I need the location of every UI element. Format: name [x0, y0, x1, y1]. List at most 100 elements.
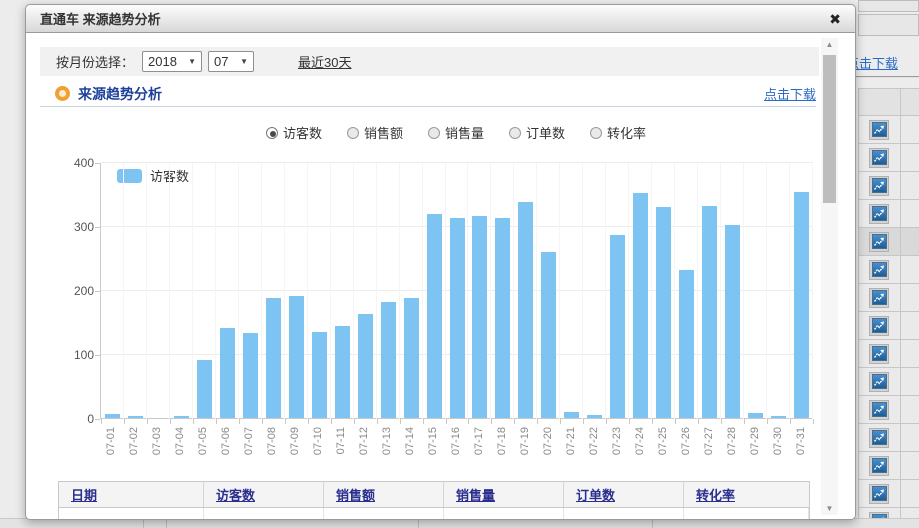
table-sort-link[interactable]: 转化率: [696, 485, 735, 504]
gridline: [605, 163, 606, 419]
dialog-body: 按月份选择： 2018 ▼ 07 ▼ 最近30天 来源趋势分析 点击下载 访客数…: [25, 33, 856, 520]
radio-icon: [590, 127, 602, 139]
x-axis-tick: [583, 419, 584, 424]
bar: [748, 413, 763, 418]
scroll-down-icon[interactable]: ▼: [821, 502, 838, 515]
gridline: [582, 163, 583, 419]
background-table-row: [858, 116, 919, 144]
x-axis-tick: [721, 419, 722, 424]
trend-chart-icon: [872, 206, 887, 221]
trend-chart-icon: [872, 262, 887, 277]
table-header-2: 访客数: [204, 482, 324, 507]
trend-chart-icon-button[interactable]: [869, 484, 889, 504]
bar: [197, 360, 212, 418]
trend-chart-icon-button[interactable]: [869, 232, 889, 252]
x-axis-tick: [698, 419, 699, 424]
x-axis-label: 07-01: [105, 427, 117, 455]
data-table-header: 日期 访客数 销售额 销售量 订单数 转化率: [59, 482, 809, 508]
bar: [105, 414, 120, 418]
data-table: 日期 访客数 销售额 销售量 订单数 转化率: [58, 481, 810, 520]
x-axis-tick: [790, 419, 791, 424]
orange-bullet-icon: [55, 86, 70, 101]
table-sort-link[interactable]: 订单数: [576, 485, 615, 504]
trend-chart-icon-button[interactable]: [869, 428, 889, 448]
trend-chart-icon-button[interactable]: [869, 372, 889, 392]
recent-30-days-link[interactable]: 最近30天: [298, 52, 351, 71]
trend-chart-icon-button[interactable]: [869, 120, 889, 140]
background-table-row: [858, 452, 919, 480]
background-panel-top: [858, 0, 919, 12]
bar: [472, 216, 487, 418]
gridline: [720, 163, 721, 419]
x-axis-tick: [285, 419, 286, 424]
gridline: [261, 163, 262, 419]
gridline: [192, 163, 193, 419]
radio-orders[interactable]: 订单数: [509, 123, 565, 142]
radio-conversion-rate[interactable]: 转化率: [590, 123, 646, 142]
radio-icon: [347, 127, 359, 139]
y-axis-tick: [95, 163, 100, 164]
x-axis-label: 07-30: [772, 427, 784, 455]
trend-chart-icon-button[interactable]: [869, 260, 889, 280]
radio-sales-amount[interactable]: 销售额: [347, 123, 403, 142]
radio-visitors[interactable]: 访客数: [266, 123, 322, 142]
x-axis-label: 07-09: [289, 427, 301, 455]
trend-chart-icon-button[interactable]: [869, 204, 889, 224]
x-axis-label: 07-28: [726, 427, 738, 455]
x-axis-label: 07-27: [703, 427, 715, 455]
x-axis-tick: [170, 419, 171, 424]
month-select[interactable]: 07 ▼: [208, 51, 254, 72]
radio-sales-volume[interactable]: 销售量: [428, 123, 484, 142]
data-table-row: [59, 508, 809, 520]
chevron-down-icon: ▼: [240, 57, 248, 66]
background-panel: [858, 14, 919, 36]
x-axis-tick: [331, 419, 332, 424]
x-axis-label: 07-24: [634, 427, 646, 455]
bar: [633, 193, 648, 418]
trend-chart-icon-button[interactable]: [869, 400, 889, 420]
table-sort-link[interactable]: 访客数: [216, 485, 255, 504]
table-header-4: 销售量: [444, 482, 564, 507]
background-table-row: [858, 340, 919, 368]
scrollbar-thumb[interactable]: [823, 55, 836, 203]
x-axis-tick: [124, 419, 125, 424]
trend-chart-icon: [872, 346, 887, 361]
vertical-scrollbar[interactable]: ▲ ▼: [821, 38, 838, 515]
trend-chart-icon: [872, 318, 887, 333]
x-axis-label: 07-08: [266, 427, 278, 455]
bar: [427, 214, 442, 418]
scroll-up-icon[interactable]: ▲: [821, 38, 838, 51]
gridline: [651, 163, 652, 419]
gridline: [467, 163, 468, 419]
close-icon[interactable]: ✖: [829, 12, 841, 26]
x-axis-tick: [514, 419, 515, 424]
table-sort-link[interactable]: 销售额: [336, 485, 375, 504]
table-sort-link[interactable]: 日期: [71, 485, 97, 504]
x-axis-tick: [400, 419, 401, 424]
gridline: [376, 163, 377, 419]
trend-chart-icon-button[interactable]: [869, 456, 889, 476]
trend-chart-icon-button[interactable]: [869, 344, 889, 364]
trend-chart-icon-button[interactable]: [869, 288, 889, 308]
gridline: [399, 163, 400, 419]
bar: [289, 296, 304, 418]
trend-chart-icon-button[interactable]: [869, 316, 889, 336]
download-link[interactable]: 点击下载: [764, 84, 816, 103]
gridline: [812, 163, 813, 419]
gridline: [422, 163, 423, 419]
table-sort-link[interactable]: 销售量: [456, 485, 495, 504]
section-title: 来源趋势分析: [78, 84, 162, 104]
gridline: [169, 163, 170, 419]
trend-analysis-dialog: 直通车 来源趋势分析 ✖ 按月份选择： 2018 ▼ 07 ▼ 最近30天 来源…: [25, 4, 856, 520]
x-axis-tick: [216, 419, 217, 424]
x-axis-tick: [423, 419, 424, 424]
bar: [358, 314, 373, 418]
gridline: [353, 163, 354, 419]
trend-chart-icon-button[interactable]: [869, 148, 889, 168]
trend-chart-icon: [872, 430, 887, 445]
year-select[interactable]: 2018 ▼: [142, 51, 202, 72]
trend-chart-icon-button[interactable]: [869, 176, 889, 196]
x-axis-tick: [147, 419, 148, 424]
bar: [587, 415, 602, 418]
bar: [404, 298, 419, 418]
